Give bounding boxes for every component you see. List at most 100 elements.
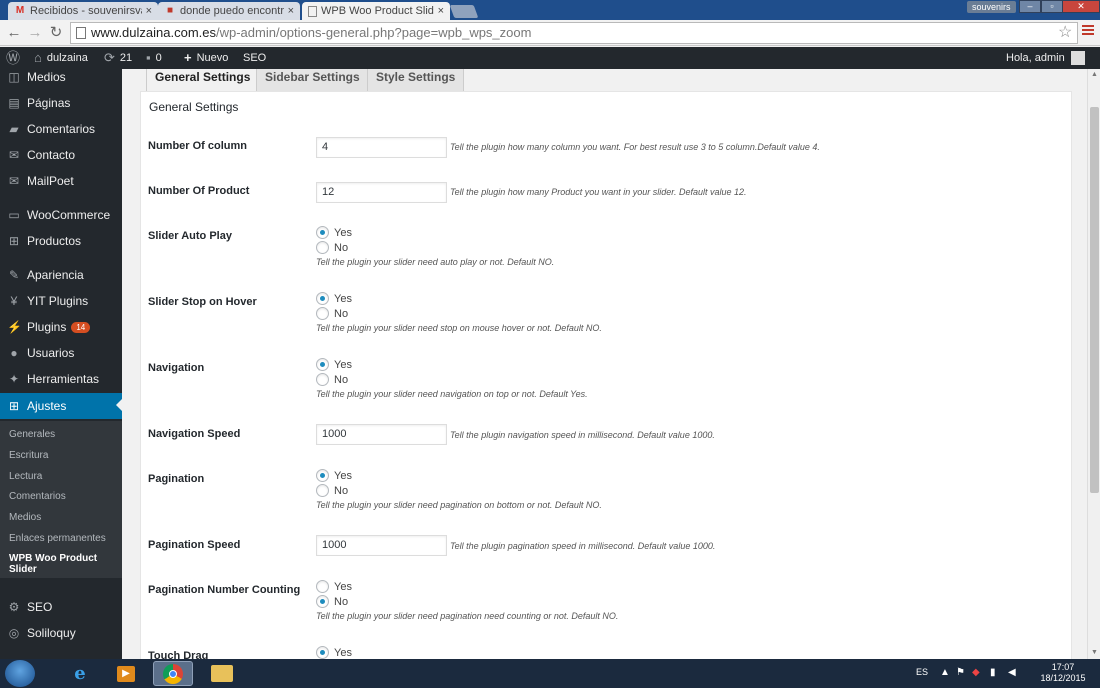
updates-link[interactable]: ⟳ 21	[104, 47, 132, 69]
wordpress-logo-icon[interactable]: Ⓦ	[6, 47, 25, 69]
language-indicator[interactable]: ES	[916, 667, 928, 677]
pages-icon: ▤	[8, 96, 20, 110]
seo-link[interactable]: SEO	[243, 47, 266, 69]
bookmark-star-icon[interactable]: ☆	[1058, 22, 1072, 42]
sidebar-item-ajustes[interactable]: ⊞ Ajustes	[0, 393, 122, 419]
autoplay-yes-option[interactable]: Yes	[316, 226, 352, 239]
sidebar-item-usuarios[interactable]: ● Usuarios	[0, 341, 122, 365]
new-tab-button[interactable]	[449, 5, 479, 18]
site-name-link[interactable]: ⌂ dulzaina	[34, 47, 88, 69]
stop-hover-no-radio[interactable]	[316, 307, 329, 320]
volume-icon[interactable]: ◀	[1008, 667, 1016, 678]
tab-general-settings[interactable]: General Settings	[146, 69, 260, 91]
sidebar-item-productos[interactable]: ⊞ Productos	[0, 229, 122, 253]
maximize-button[interactable]: ▫	[1041, 0, 1063, 13]
sidebar-item-yit-plugins[interactable]: ¥ YIT Plugins	[0, 289, 122, 313]
windows-taskbar: e ▶ ES ▲ ⚑ ◆ ▮ ◀ 17:07 18/12/2015	[0, 659, 1100, 688]
touch-drag-yes-radio[interactable]	[316, 646, 329, 659]
show-hidden-icon[interactable]: ▲	[940, 667, 950, 678]
flag-icon[interactable]: ⚑	[956, 667, 965, 678]
tab-style-settings[interactable]: Style Settings	[367, 69, 465, 91]
sidebar-item-contacto[interactable]: ✉ Contacto	[0, 143, 122, 167]
sidebar-item-label: Apariencia	[27, 268, 84, 282]
sidebar-item-paginas[interactable]: ▤ Páginas	[0, 91, 122, 115]
submenu-item-wpb-slider[interactable]: WPB Woo Product Slider	[9, 553, 119, 575]
pag-counting-label: Pagination Number Counting	[148, 584, 301, 596]
pag-counting-yes-option[interactable]: Yes	[316, 580, 352, 593]
page-scrollbar[interactable]: ▲ ▼	[1087, 69, 1100, 659]
pagination-yes-option[interactable]: Yes	[316, 469, 352, 482]
pagination-yes-radio[interactable]	[316, 469, 329, 482]
browser-menu-icon[interactable]	[1082, 25, 1094, 37]
pag-counting-no-option[interactable]: No	[316, 595, 348, 608]
pag-speed-input[interactable]: 1000	[316, 535, 447, 556]
sidebar-item-herramientas[interactable]: ✦ Herramientas	[0, 367, 122, 391]
mailpoet-icon: ✉	[8, 174, 20, 188]
columns-input[interactable]: 4	[316, 137, 447, 158]
sidebar-item-medios[interactable]: ◫ Medios	[0, 69, 122, 89]
browser-tab-gmail[interactable]: M Recibidos - souvenirsvaler ×	[8, 2, 158, 20]
start-button[interactable]	[5, 660, 35, 687]
scroll-up-icon[interactable]: ▲	[1091, 71, 1098, 78]
window-close-button[interactable]: ✕	[1062, 0, 1100, 13]
sidebar-item-mailpoet[interactable]: ✉ MailPoet	[0, 169, 122, 193]
navigation-no-option[interactable]: No	[316, 373, 348, 386]
scroll-thumb[interactable]	[1090, 107, 1099, 493]
submenu-item-enlaces[interactable]: Enlaces permanentes	[9, 533, 119, 544]
pagination-no-radio[interactable]	[316, 484, 329, 497]
minimize-button[interactable]: –	[1019, 0, 1041, 13]
forward-icon[interactable]: →	[27, 24, 43, 42]
comments-link[interactable]: ▪ 0	[146, 47, 162, 69]
address-bar[interactable]: www.dulzaina.com.es/wp-admin/options-gen…	[70, 22, 1078, 44]
back-icon[interactable]: ←	[6, 24, 22, 42]
chrome-icon[interactable]	[153, 661, 193, 686]
touch-drag-yes-option[interactable]: Yes	[316, 646, 352, 659]
autoplay-no-radio[interactable]	[316, 241, 329, 254]
browser-tab-active[interactable]: WPB Woo Product Slider ×	[302, 2, 450, 20]
pag-counting-yes-radio[interactable]	[316, 580, 329, 593]
scroll-down-icon[interactable]: ▼	[1091, 649, 1098, 656]
submenu-item-lectura[interactable]: Lectura	[9, 471, 119, 482]
sidebar-item-woocommerce[interactable]: ▭ WooCommerce	[0, 203, 122, 227]
stop-hover-yes-radio[interactable]	[316, 292, 329, 305]
clock[interactable]: 17:07 18/12/2015	[1035, 662, 1091, 684]
file-explorer-icon[interactable]	[202, 661, 242, 686]
sidebar-item-soliloquy[interactable]: ◎ Soliloquy	[0, 621, 122, 645]
submenu-item-escritura[interactable]: Escritura	[9, 450, 119, 461]
internet-explorer-icon[interactable]: e	[60, 661, 100, 686]
navigation-no-radio[interactable]	[316, 373, 329, 386]
close-icon[interactable]: ×	[438, 5, 444, 17]
tab-sidebar-settings[interactable]: Sidebar Settings	[256, 69, 369, 91]
navigation-yes-option[interactable]: Yes	[316, 358, 352, 371]
security-icon[interactable]: ◆	[972, 667, 980, 678]
pag-counting-no-radio[interactable]	[316, 595, 329, 608]
reload-icon[interactable]: ↻	[48, 24, 64, 42]
submenu-item-medios[interactable]: Medios	[9, 512, 119, 523]
media-icon: ◫	[8, 70, 20, 84]
stop-hover-no-option[interactable]: No	[316, 307, 348, 320]
browser-tab-search[interactable]: ■ donde puedo encontrar p ×	[158, 2, 300, 20]
stop-hover-yes-option[interactable]: Yes	[316, 292, 352, 305]
pagination-no-option[interactable]: No	[316, 484, 348, 497]
account-menu[interactable]: Hola, admin	[1006, 47, 1085, 69]
network-icon[interactable]: ▮	[990, 667, 996, 678]
sidebar-item-apariencia[interactable]: ✎ Apariencia	[0, 263, 122, 287]
navigation-yes-radio[interactable]	[316, 358, 329, 371]
autoplay-no-option[interactable]: No	[316, 241, 348, 254]
submenu-item-comentarios[interactable]: Comentarios	[9, 491, 119, 502]
nav-speed-input[interactable]: 1000	[316, 424, 447, 445]
close-icon[interactable]: ×	[288, 5, 294, 17]
close-icon[interactable]: ×	[146, 5, 152, 17]
autoplay-yes-radio[interactable]	[316, 226, 329, 239]
submenu-item-generales[interactable]: Generales	[9, 429, 119, 440]
sidebar-item-label: Productos	[27, 234, 82, 248]
greeting: Hola, admin	[1006, 52, 1065, 64]
comments-count: 0	[155, 52, 162, 64]
profile-button[interactable]: souvenirs	[967, 1, 1016, 13]
sidebar-item-plugins[interactable]: ⚡ Plugins 14	[0, 315, 122, 339]
media-player-icon[interactable]: ▶	[106, 661, 146, 686]
sidebar-item-seo[interactable]: ⚙ SEO	[0, 595, 122, 619]
sidebar-item-comentarios[interactable]: ▰ Comentarios	[0, 117, 122, 141]
products-input[interactable]: 12	[316, 182, 447, 203]
new-content-link[interactable]: + Nuevo	[184, 47, 228, 69]
